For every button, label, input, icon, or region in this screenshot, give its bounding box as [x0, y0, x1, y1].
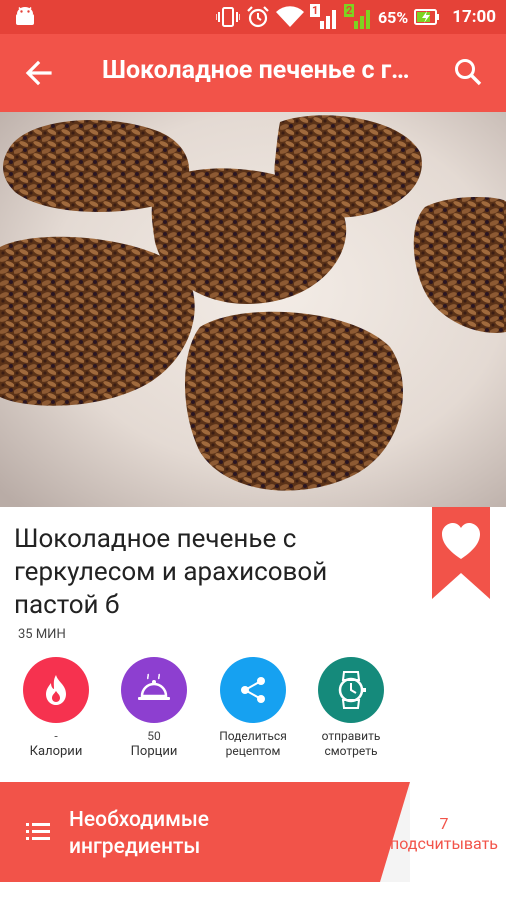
- bottom-spacer: [0, 882, 506, 900]
- watch-icon: [338, 671, 366, 709]
- favorite-bookmark-button[interactable]: [432, 507, 490, 599]
- servings-circle[interactable]: [121, 657, 187, 723]
- ingredients-count: 7 подсчитывать: [388, 814, 500, 854]
- calories-label: Калории: [29, 744, 83, 759]
- flame-icon: [46, 675, 66, 705]
- calories-value: -: [54, 729, 58, 743]
- send-to-watch-action[interactable]: отправить смотреть: [302, 657, 400, 759]
- ingredients-bar[interactable]: Необходимые ингредиенты 7 подсчитывать: [0, 782, 506, 882]
- status-bar: 1 2 65% 17:00: [0, 0, 506, 34]
- ingredients-label: Необходимые ингредиенты: [69, 808, 209, 859]
- watch-circle[interactable]: [318, 657, 384, 723]
- alarm-icon: [247, 6, 269, 28]
- ingredients-count-value: 7: [439, 814, 449, 833]
- cloche-icon: [138, 673, 170, 700]
- recipe-photo: [0, 112, 506, 507]
- recipe-title: Шоколадное печенье с геркулесом и арахис…: [14, 524, 328, 620]
- servings-value: 50: [147, 729, 161, 743]
- list-icon: [26, 823, 50, 840]
- recipe-info: Шоколадное печенье с геркулесом и арахис…: [0, 507, 506, 782]
- battery-charging-icon: [414, 9, 440, 25]
- ingredients-count-label: подсчитывать: [390, 834, 498, 853]
- share-label: Поделиться рецептом: [219, 729, 287, 758]
- search-icon[interactable]: [452, 56, 484, 88]
- calories-circle[interactable]: [23, 657, 89, 723]
- share-action[interactable]: Поделиться рецептом: [204, 657, 302, 759]
- app-bar: Шоколадное печенье с геркулесом и арахис…: [0, 34, 506, 112]
- watch-label: отправить смотреть: [321, 729, 381, 758]
- share-icon: [241, 677, 265, 703]
- sim2-signal-icon: 2: [344, 4, 372, 30]
- share-circle[interactable]: [220, 657, 286, 723]
- battery-percent: 65%: [378, 7, 409, 27]
- action-row: - Калории 50 Порции Поделиться рецептом …: [0, 657, 506, 767]
- android-icon: [16, 7, 34, 25]
- sim1-signal-icon: 1: [310, 4, 338, 30]
- cook-time: 35 МИН: [18, 627, 66, 642]
- calories-action[interactable]: - Калории: [7, 657, 105, 760]
- servings-action[interactable]: 50 Порции: [105, 657, 203, 760]
- vibrate-icon: [216, 7, 240, 27]
- arrow-back-icon[interactable]: [22, 56, 56, 90]
- servings-label: Порции: [130, 744, 178, 759]
- app-bar-title: Шоколадное печенье с геркулесом и арахис…: [102, 56, 422, 85]
- wifi-icon: [276, 6, 304, 28]
- clock: 17:00: [452, 7, 496, 27]
